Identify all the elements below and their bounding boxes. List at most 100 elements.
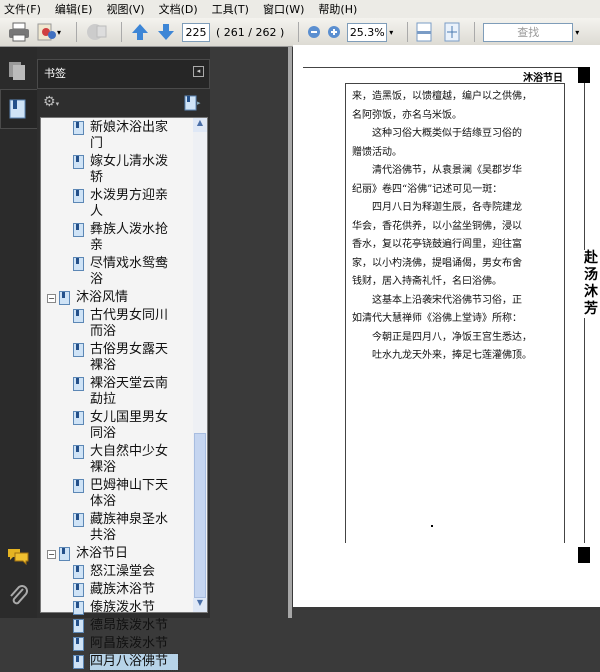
tree-item[interactable]: 嫁女儿清水泼轿 xyxy=(41,154,193,187)
text-line: 如清代大慧禅师《浴佛上堂诗》所称： xyxy=(352,313,522,324)
bookmark-icon xyxy=(9,99,26,119)
tree-item[interactable]: 新娘沐浴出家门 xyxy=(41,120,193,153)
document-page: 沐浴节日 来，造黑饭，以馈檀越，编户以之供佛， 名阿弥饭，亦名乌米饭。 这种习俗大… xyxy=(293,45,600,607)
bookmark-icon xyxy=(73,601,84,615)
bookmark-icon xyxy=(73,257,84,271)
fit-page-button[interactable] xyxy=(444,22,460,42)
text-line: 钱财，居入持斋礼忏，名曰浴佛。 xyxy=(352,276,502,287)
comments-icon[interactable] xyxy=(7,547,29,568)
divider xyxy=(407,22,409,42)
tree-item-label: 彝族人泼水抢亲 xyxy=(90,222,169,253)
menu-file[interactable]: 文件(F) xyxy=(4,1,41,17)
share-button[interactable] xyxy=(85,22,107,42)
bookmarks-tab[interactable] xyxy=(0,89,37,129)
tree-item[interactable]: − 沐浴风情 xyxy=(41,290,193,307)
text-line: 香水，复以花亭铙鼓遍行闾里，迎往富 xyxy=(352,239,522,250)
tree-item[interactable]: 阿昌族泼水节 xyxy=(41,636,193,653)
tree-item[interactable]: 水泼男方迎亲人 xyxy=(41,188,193,221)
scroll-thumb[interactable] xyxy=(194,433,206,598)
divider xyxy=(76,22,77,42)
text-line: 家，以小杓浇佛，提唱诵偈，男女布舍 xyxy=(352,257,522,269)
tree-item[interactable]: 巴姆神山下天体浴 xyxy=(41,478,193,511)
options-gear-icon[interactable]: ⚙▾ xyxy=(43,94,59,110)
previous-page-button[interactable] xyxy=(130,22,150,42)
tree-item-label: 新娘沐浴出家门 xyxy=(90,120,169,151)
tree-item[interactable]: 古代男女同川而浴 xyxy=(41,308,193,341)
text-line: 吐水九龙天外来，捧足七莲灌佛顶。 xyxy=(352,350,532,361)
tree-item-label: 古俗男女露天裸浴 xyxy=(90,342,169,373)
find-input[interactable]: 查找 xyxy=(483,22,574,42)
tree-item-label: 水泼男方迎亲人 xyxy=(90,188,169,219)
collapse-toggle-icon[interactable]: − xyxy=(47,550,56,559)
menu-tools[interactable]: 工具(T) xyxy=(212,1,249,17)
pages-icon[interactable] xyxy=(8,61,26,84)
tree-scrollbar[interactable]: ▲ ▼ xyxy=(193,118,207,612)
page-count: ( 261 / 262 ) xyxy=(216,25,285,39)
new-bookmark-icon[interactable]: ▸ xyxy=(184,95,202,114)
section-marker xyxy=(578,547,590,563)
tree-item[interactable]: 藏族沐浴节 xyxy=(41,582,193,599)
zoom-level-input[interactable]: 25.3% xyxy=(347,22,388,42)
tree-item-label: 沐浴风情 xyxy=(76,290,129,305)
panel-header: 书签 ◂ xyxy=(37,59,210,89)
menu-document[interactable]: 文档(D) xyxy=(159,1,198,17)
tree-item-label: 藏族神泉圣水共浴 xyxy=(90,512,169,543)
bookmark-icon xyxy=(73,637,84,651)
tree-item[interactable]: 德昂族泼水节 xyxy=(41,618,193,635)
collaborate-button[interactable]: ▾ xyxy=(36,22,62,42)
tree-item-label: 怒江澡堂会 xyxy=(90,564,156,579)
text-line: 华会，香花供养，以小盆坐铜佛，浸以 xyxy=(352,220,522,232)
zoom-in-button[interactable] xyxy=(327,25,341,39)
tree-item[interactable]: 彝族人泼水抢亲 xyxy=(41,222,193,255)
menu-help[interactable]: 帮助(H) xyxy=(318,1,357,17)
scroll-up-button[interactable]: ▲ xyxy=(193,118,207,132)
collapse-panel-button[interactable]: ◂ xyxy=(193,66,204,77)
bookmark-icon xyxy=(59,547,70,561)
print-button[interactable] xyxy=(8,22,30,42)
tree-item[interactable]: 裸浴天堂云南勐拉 xyxy=(41,376,193,409)
fit-width-button[interactable] xyxy=(416,22,432,42)
tree-item[interactable]: 古俗男女露天裸浴 xyxy=(41,342,193,375)
bookmark-icon xyxy=(73,655,84,669)
menu-view[interactable]: 视图(V) xyxy=(106,1,144,17)
tree-item[interactable]: 女儿国里男女同浴 xyxy=(41,410,193,443)
tree-item[interactable]: 尽情戏水鸳鸯浴 xyxy=(41,256,193,289)
page-number-input[interactable]: 225 xyxy=(182,22,210,42)
bookmark-icon xyxy=(73,445,84,459)
page-text: 来，造黑饭，以馈檀越，编户以之供佛， 名阿弥饭，亦名乌米饭。 这种习俗大概类似于结… xyxy=(345,83,565,543)
zoom-dropdown-icon[interactable]: ▾ xyxy=(389,28,393,37)
collapse-toggle-icon[interactable]: − xyxy=(47,294,56,303)
tree-item[interactable]: 大自然中少女裸浴 xyxy=(41,444,193,477)
tree-item[interactable]: 怒江澡堂会 xyxy=(41,564,193,581)
tree-item[interactable]: 四月八浴佛节 xyxy=(41,653,193,671)
text-line: 清代浴佛节，从袁景澜《吴郡岁华 xyxy=(352,165,522,176)
next-page-button[interactable] xyxy=(156,22,176,42)
tree-item[interactable]: 藏族神泉圣水共浴 xyxy=(41,512,193,545)
bookmark-icon xyxy=(73,513,84,527)
bookmark-icon xyxy=(59,291,70,305)
tree-item-label: 傣族泼水节 xyxy=(90,600,156,615)
menu-edit[interactable]: 编辑(E) xyxy=(55,1,93,17)
bookmark-icon xyxy=(73,223,84,237)
bookmark-icon xyxy=(73,309,84,323)
tree-item-label: 四月八浴佛节 xyxy=(89,653,179,671)
panel-title: 书签 xyxy=(44,67,66,80)
text-line: 来，造黑饭，以馈檀越，编户以之供佛， xyxy=(352,91,532,102)
bookmark-icon xyxy=(73,619,84,633)
text-line: 赠馈活动。 xyxy=(352,146,402,158)
bookmark-icon xyxy=(73,583,84,597)
menu-window[interactable]: 窗口(W) xyxy=(263,1,304,17)
zoom-out-button[interactable] xyxy=(307,25,321,39)
tree-item[interactable]: 傣族泼水节 xyxy=(41,600,193,617)
divider xyxy=(298,22,300,42)
bookmarks-panel: 书签 ◂ ⚙▾ ▸ 新娘沐浴出家门 嫁女儿清水泼轿 水泼男方迎亲人 彝族人泼水抢亲 尽情… xyxy=(37,47,210,671)
scroll-down-button[interactable]: ▼ xyxy=(193,598,207,612)
svg-text:▾: ▾ xyxy=(57,28,61,37)
tree-item-label: 巴姆神山下天体浴 xyxy=(90,478,169,509)
navigation-strip xyxy=(0,47,37,618)
attachments-icon[interactable] xyxy=(8,585,28,610)
svg-text:▸: ▸ xyxy=(197,99,201,107)
text-line: 这种习俗大概类似于结缘豆习俗的 xyxy=(352,128,522,139)
find-dropdown-icon[interactable]: ▾ xyxy=(575,28,579,37)
tree-item[interactable]: − 沐浴节日 xyxy=(41,546,193,563)
